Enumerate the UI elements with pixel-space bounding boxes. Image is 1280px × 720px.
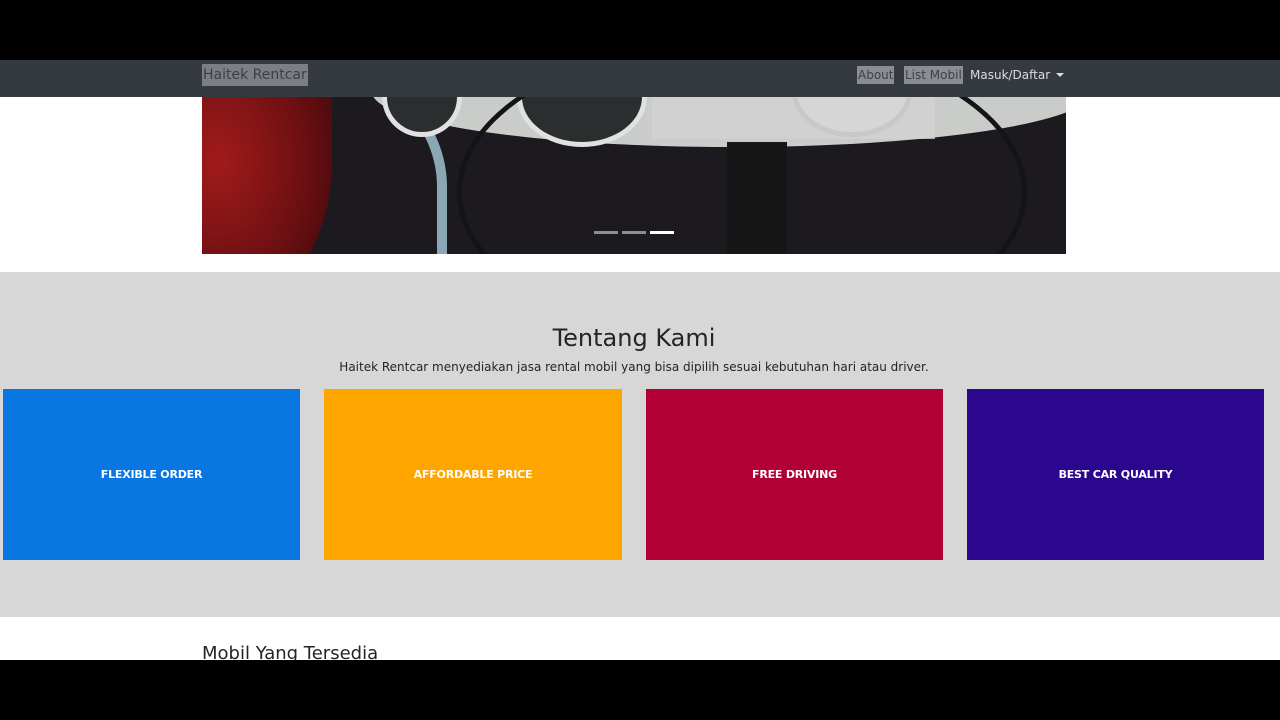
caption-overlay bbox=[652, 97, 935, 139]
available-cars-title: Mobil Yang Tersedia bbox=[202, 643, 379, 660]
about-description: Haitek Rentcar menyediakan jasa rental m… bbox=[339, 360, 929, 374]
page-viewport: Haitek Rentcar About List Mobil Masuk/Da… bbox=[0, 60, 1280, 660]
feature-card-best-car-quality: BEST CAR QUALITY bbox=[967, 389, 1264, 560]
carousel-indicator-active[interactable] bbox=[650, 231, 674, 234]
nav-link-list-mobil[interactable]: List Mobil bbox=[904, 66, 963, 84]
feature-label: FREE DRIVING bbox=[752, 468, 837, 481]
feature-label: BEST CAR QUALITY bbox=[1058, 468, 1173, 481]
feature-card-free-driving: FREE DRIVING bbox=[646, 389, 943, 560]
carousel-indicator[interactable] bbox=[622, 231, 646, 234]
about-section: Tentang Kami Haitek Rentcar menyediakan … bbox=[0, 272, 1280, 617]
feature-card-flexible-order: FLEXIBLE ORDER bbox=[3, 389, 300, 560]
login-register-dropdown[interactable]: Masuk/Daftar bbox=[970, 66, 1065, 84]
about-title: Tentang Kami bbox=[552, 324, 716, 352]
navbar: Haitek Rentcar About List Mobil Masuk/Da… bbox=[0, 60, 1280, 97]
center-console-shape bbox=[727, 142, 787, 254]
carousel-indicator[interactable] bbox=[594, 231, 618, 234]
hero-carousel[interactable] bbox=[202, 97, 1066, 254]
dropdown-label: Masuk/Daftar bbox=[970, 68, 1051, 82]
carousel-indicators bbox=[594, 231, 674, 234]
caret-down-icon bbox=[1056, 73, 1065, 77]
feature-label: AFFORDABLE PRICE bbox=[413, 468, 533, 481]
brand-link[interactable]: Haitek Rentcar bbox=[202, 64, 308, 86]
feature-label: FLEXIBLE ORDER bbox=[100, 468, 203, 481]
nav-link-about[interactable]: About bbox=[857, 66, 895, 84]
feature-card-affordable-price: AFFORDABLE PRICE bbox=[324, 389, 622, 560]
